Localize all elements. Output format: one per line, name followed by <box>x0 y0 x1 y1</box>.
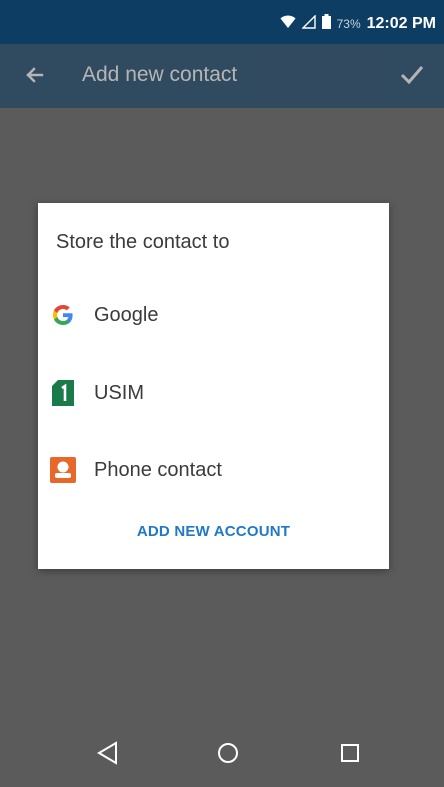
signal-icon <box>300 13 316 33</box>
battery-percent: 73% <box>336 16 361 31</box>
google-icon <box>50 302 76 328</box>
nav-back-icon[interactable] <box>94 739 122 767</box>
store-contact-dialog: Store the contact to Google USIM Phone c… <box>38 203 389 569</box>
screen: 73% 12:02 PM Add new contact Store the c… <box>0 0 444 787</box>
wifi-icon <box>280 15 296 33</box>
status-indicators: 73% 12:02 PM <box>280 13 436 33</box>
option-label: Google <box>94 303 159 326</box>
clock: 12:02 PM <box>366 14 436 32</box>
option-usim[interactable]: USIM <box>38 362 389 424</box>
option-google[interactable]: Google <box>38 284 389 346</box>
phone-contact-icon <box>50 457 76 483</box>
option-phone-contact[interactable]: Phone contact <box>38 439 389 501</box>
dialog-title: Store the contact to <box>56 231 230 253</box>
app-bar: Add new contact <box>0 44 444 108</box>
battery-icon <box>321 14 331 33</box>
status-bar: 73% 12:02 PM <box>0 0 444 44</box>
option-label: Phone contact <box>94 458 222 481</box>
checkmark-icon[interactable] <box>398 60 426 88</box>
add-new-account-button[interactable]: ADD NEW ACCOUNT <box>38 523 389 540</box>
navigation-bar <box>0 715 444 787</box>
nav-recents-icon[interactable] <box>336 739 364 767</box>
option-label: USIM <box>94 381 144 404</box>
page-title: Add new contact <box>82 63 238 86</box>
back-arrow-icon[interactable] <box>22 62 48 88</box>
nav-home-icon[interactable] <box>214 739 242 767</box>
usim-icon <box>50 380 76 406</box>
